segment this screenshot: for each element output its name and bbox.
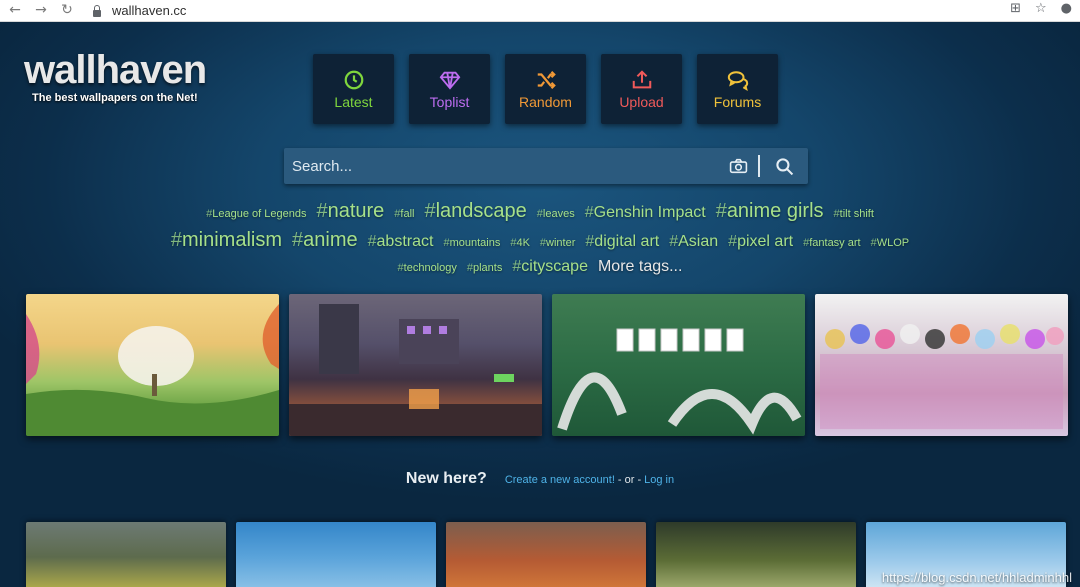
back-button[interactable]: ← (6, 1, 24, 19)
tag-link[interactable]: #digital art (585, 233, 659, 251)
tag-link[interactable]: #fall (394, 208, 414, 220)
tag-link[interactable]: #landscape (424, 200, 526, 223)
page-body: wallhaven The best wallpapers on the Net… (0, 22, 1080, 587)
tag-link[interactable]: #mountains (443, 237, 500, 249)
tag-link[interactable]: #League of Legends (206, 208, 306, 220)
tag-row: #technology #plants #cityscape More tags… (0, 258, 1080, 285)
browser-toolbar: ← → ↻ wallhaven.cc ⊞ ☆ ● (0, 0, 1080, 22)
address-bar[interactable]: wallhaven.cc (92, 0, 1042, 21)
magnifier-icon[interactable] (760, 148, 808, 184)
tag-link[interactable]: #Genshin Impact (585, 204, 706, 222)
logo-wordmark: wallhaven (24, 48, 207, 92)
wallpaper-thumbnail[interactable] (656, 522, 856, 587)
nav-label: Forums (713, 93, 762, 110)
tag-link[interactable]: #leaves (537, 208, 575, 220)
wallpaper-thumbnail[interactable] (446, 522, 646, 587)
tag-link[interactable]: #Asian (669, 233, 718, 251)
tag-link[interactable]: #pixel art (728, 233, 793, 251)
tag-link[interactable]: #tilt shift (834, 208, 874, 220)
nav-label: Latest (334, 93, 373, 110)
nav-latest-button[interactable]: Latest (313, 54, 394, 124)
url-text: wallhaven.cc (112, 3, 187, 18)
tag-cloud: #League of Legends #nature #fall #landsc… (0, 200, 1080, 285)
signup-prompt: New here? Create a new account! - or - L… (0, 470, 1080, 488)
diamond-icon (439, 71, 460, 90)
nav-label: Upload (619, 93, 664, 110)
tag-link[interactable]: #anime girls (716, 200, 824, 223)
site-logo[interactable]: wallhaven The best wallpapers on the Net… (24, 48, 207, 104)
login-link[interactable]: Log in (644, 474, 674, 486)
wallpaper-thumbnail[interactable] (236, 522, 436, 587)
tag-link[interactable]: #abstract (368, 233, 434, 251)
tag-link[interactable]: #plants (467, 262, 502, 274)
wallpaper-thumbnail[interactable] (552, 294, 805, 436)
tag-link[interactable]: #minimalism (171, 229, 282, 252)
newhere-title: New here? (405, 470, 487, 487)
nav-forums-button[interactable]: Forums (697, 54, 778, 124)
tag-row: #minimalism #anime #abstract #mountains … (0, 229, 1080, 258)
bookmark-star-icon[interactable]: ☆ (1035, 1, 1047, 16)
tag-link[interactable]: #technology (398, 262, 457, 274)
camera-icon[interactable] (718, 148, 758, 184)
shuffle-icon (537, 70, 556, 89)
tag-row: #League of Legends #nature #fall #landsc… (0, 200, 1080, 229)
clock-icon (344, 70, 363, 89)
search-bar (284, 148, 808, 184)
tag-link[interactable]: #4K (510, 237, 530, 249)
wallpaper-thumbnail[interactable] (289, 294, 542, 436)
or-separator: - or - (617, 474, 642, 486)
nav-toplist-button[interactable]: Toplist (409, 54, 490, 124)
tag-link[interactable]: #winter (540, 237, 575, 249)
lock-icon[interactable] (92, 4, 102, 17)
wallpaper-thumbnail[interactable] (815, 294, 1068, 436)
nav-upload-button[interactable]: Upload (601, 54, 682, 124)
chat-icon (727, 70, 748, 91)
tag-link[interactable]: #fantasy art (803, 237, 860, 249)
more-tags-link[interactable]: More tags... (598, 258, 682, 276)
watermark-text: https://blog.csdn.net/hhladminhhl (881, 570, 1072, 585)
wallpaper-thumbnail[interactable] (26, 294, 279, 436)
profile-icon[interactable]: ● (1061, 1, 1072, 16)
search-input[interactable] (284, 148, 718, 184)
tag-link[interactable]: #cityscape (512, 258, 588, 276)
forward-button[interactable]: → (32, 1, 50, 19)
translate-icon[interactable]: ⊞ (1010, 1, 1021, 16)
upload-icon (632, 69, 651, 88)
create-account-link[interactable]: Create a new account! (505, 474, 615, 486)
main-nav: Latest Toplist Random Upload Forums (313, 54, 778, 124)
nav-label: Random (519, 93, 572, 110)
nav-random-button[interactable]: Random (505, 54, 586, 124)
logo-tagline: The best wallpapers on the Net! (32, 92, 198, 104)
nav-label: Toplist (429, 93, 470, 110)
tag-link[interactable]: #anime (292, 229, 358, 252)
reload-button[interactable]: ↻ (58, 1, 76, 19)
wallpaper-thumbnail[interactable] (26, 522, 226, 587)
featured-wallpapers (26, 294, 1068, 436)
tag-link[interactable]: #WLOP (871, 237, 910, 249)
tag-link[interactable]: #nature (316, 200, 384, 223)
